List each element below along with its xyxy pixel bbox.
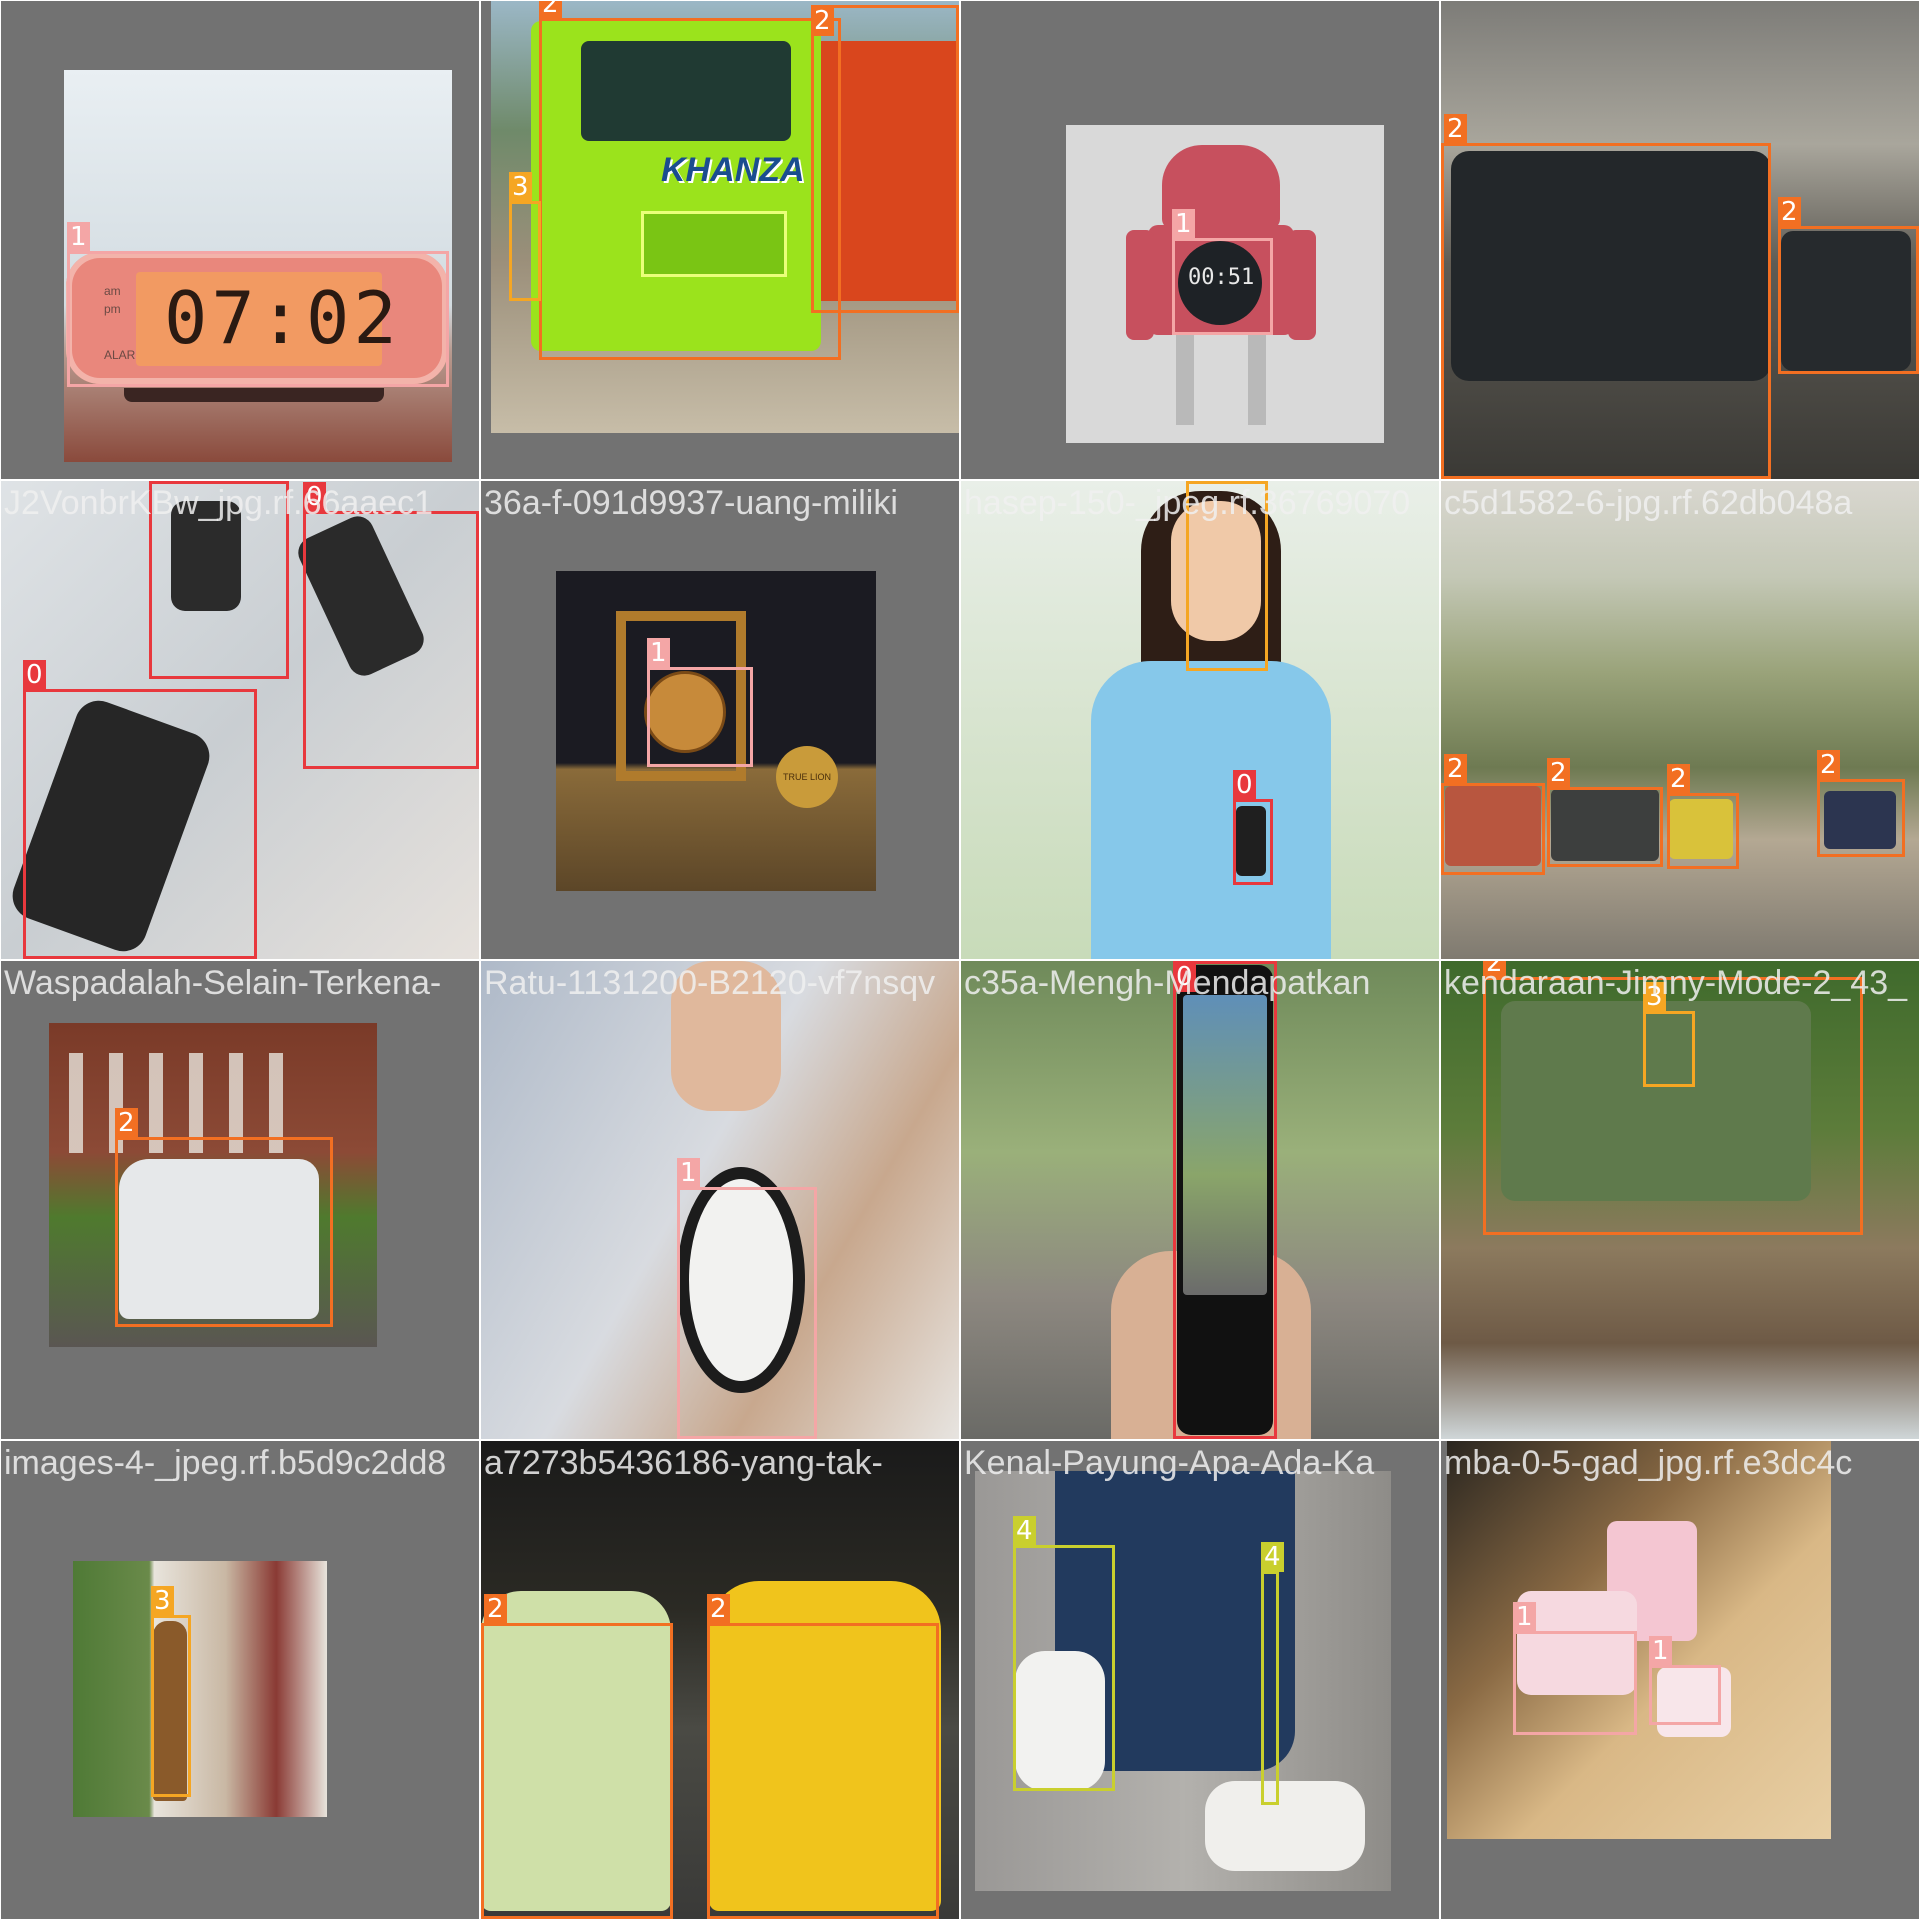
detection-box: 2 [811, 5, 959, 313]
class-label: 2 [1778, 197, 1801, 227]
detection-box: 3 [1643, 982, 1695, 1087]
detection-box: 0 [149, 481, 289, 679]
class-label: 0 [23, 660, 46, 690]
detection-box: 2 [1667, 764, 1739, 869]
hand [671, 961, 781, 1111]
class-label: 1 [67, 222, 90, 252]
class-label: 0 [303, 482, 326, 512]
class-label: 0 [149, 481, 172, 482]
detection-box: 2 [1817, 750, 1905, 857]
class-label: 3 [1643, 982, 1666, 1012]
detection-box: 2 [539, 1, 841, 360]
class-label: 1 [647, 638, 670, 668]
badge-text: TRUE LION [782, 772, 831, 782]
class-label: 2 [1444, 754, 1467, 784]
detection-box: 1 [67, 222, 449, 387]
tile-13: 3 [0, 1440, 480, 1920]
class-label: 2 [1817, 750, 1840, 780]
detection-box: 1 [1172, 209, 1273, 335]
detection-box: 2 [481, 1594, 673, 1919]
photo-man-door [73, 1561, 327, 1817]
class-label: 3 [151, 1586, 174, 1616]
photo-pink-clocks [1447, 1441, 1831, 1839]
class-label: 2 [1547, 758, 1570, 788]
tile-12: 2 3 [1440, 960, 1920, 1440]
tile-11: 0 [960, 960, 1440, 1440]
class-label: 4 [1261, 1542, 1284, 1572]
detection-box: 2 [707, 1594, 939, 1919]
class-label: 2 [1483, 961, 1506, 978]
tile-14: 2 2 [480, 1440, 960, 1920]
class-label: 1 [1649, 1636, 1672, 1666]
detection-box: 3 [151, 1586, 191, 1797]
tile-10: 1 [480, 960, 960, 1440]
detection-box: 1 [647, 638, 753, 767]
detection-box: 2 [115, 1108, 333, 1327]
detection-box: 3 [509, 172, 541, 301]
sneaker-right [1205, 1781, 1365, 1871]
tile-16: 1 1 [1440, 1440, 1920, 1920]
detection-box: 1 [1649, 1636, 1721, 1725]
woman-jacket [1091, 661, 1331, 959]
robot-arm-right [1288, 230, 1316, 340]
class-label: 2 [484, 1594, 507, 1624]
clock-feet [124, 388, 384, 402]
tile-3: 00:51 1 [960, 0, 1440, 480]
class-label: 2 [1444, 114, 1467, 144]
detection-box: 2 [1441, 754, 1545, 875]
tile-9: 2 [0, 960, 480, 1440]
detection-box: 0 [1233, 770, 1273, 885]
tile-6: TRUE LION 1 [480, 480, 960, 960]
detection-box: 1 [1513, 1602, 1637, 1735]
detection-box: 4 [1261, 1542, 1284, 1805]
tile-5: 0 0 0 [0, 480, 480, 960]
class-label: 2 [811, 6, 834, 36]
detection-box: 1 [677, 1158, 817, 1439]
detection-box: 4 [1013, 1516, 1115, 1791]
detection-box: 3 [1186, 481, 1268, 671]
detection-box: 0 [23, 660, 257, 959]
detection-mosaic: am pm ALARM 07:02 1 KHANZA 2 2 3 00:51 1… [0, 0, 1920, 1920]
robot-arm-left [1126, 230, 1154, 340]
detection-box: 2 [1441, 114, 1771, 479]
class-label: 2 [115, 1108, 138, 1138]
tile-4: 2 2 [1440, 0, 1920, 480]
photo-jeep-convoy [1441, 481, 1919, 959]
detection-box: 2 [1547, 758, 1663, 867]
class-label: 0 [1233, 770, 1256, 800]
tile-8: 2 2 2 2 [1440, 480, 1920, 960]
class-label: 2 [707, 1594, 730, 1624]
tile-7: 3 0 [960, 480, 1440, 960]
class-label: 1 [677, 1158, 700, 1188]
tile-15: 4 4 [960, 1440, 1440, 1920]
class-label: 1 [1172, 209, 1195, 239]
robot-legs [1176, 335, 1266, 425]
class-label: 2 [539, 1, 562, 19]
brand-badge: TRUE LION [776, 746, 838, 808]
class-label: 3 [509, 172, 532, 202]
detection-box: 2 [1778, 197, 1919, 374]
tile-1: am pm ALARM 07:02 1 [0, 0, 480, 480]
class-label: 0 [1173, 962, 1196, 992]
class-label: 2 [1667, 764, 1690, 794]
detection-box: 0 [1173, 961, 1277, 1439]
tile-2: KHANZA 2 2 3 [480, 0, 960, 480]
detection-box: 0 [303, 482, 479, 769]
class-label: 3 [1186, 481, 1209, 482]
class-label: 4 [1013, 1516, 1036, 1546]
class-label: 1 [1513, 1602, 1536, 1632]
